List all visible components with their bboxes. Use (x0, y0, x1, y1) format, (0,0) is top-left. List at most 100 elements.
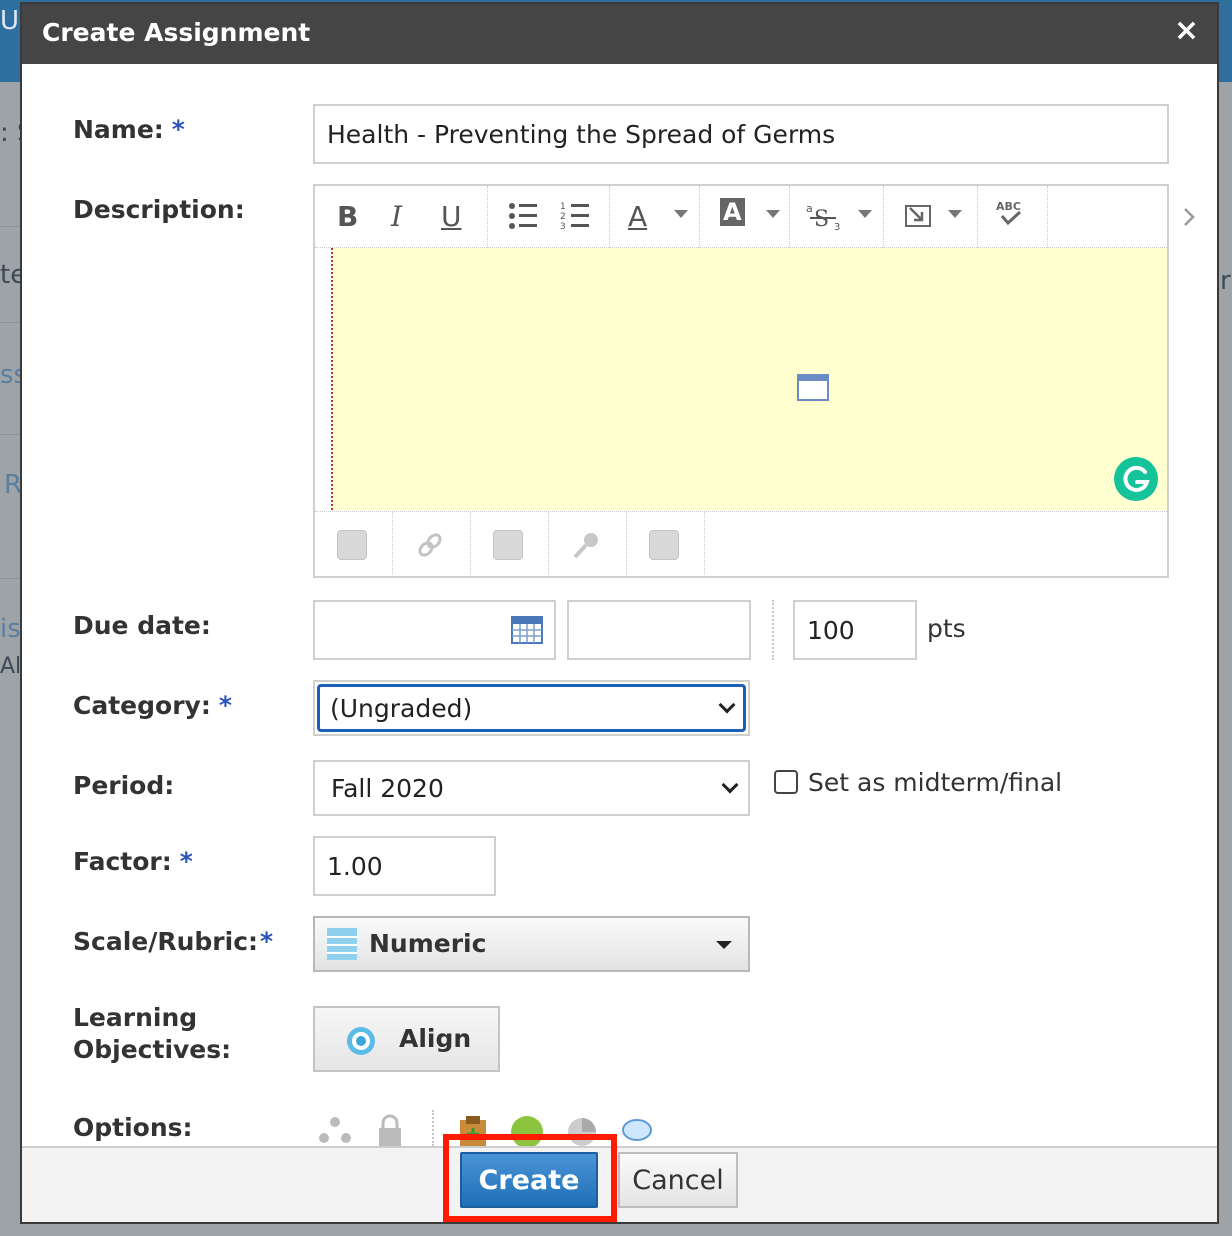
divider (772, 600, 774, 660)
description-label: Description: (73, 195, 245, 224)
name-label: Name: * (73, 114, 185, 146)
name-input-value: Health - Preventing the Spread of Germs (327, 119, 836, 149)
scale-rubric-label: Scale/Rubric:* (73, 926, 273, 958)
factor-label-text: Factor: (73, 847, 172, 876)
required-mark: * (179, 847, 193, 876)
category-selected-value: (Ungraded) (330, 693, 473, 723)
target-icon (347, 1027, 375, 1055)
due-date-label: Due date: (73, 611, 211, 640)
background-divider (0, 322, 20, 323)
description-editor: B I U 1 2 3 A A a S 3 ABC (313, 184, 1195, 578)
due-time-input[interactable] (567, 600, 751, 660)
insert-icon[interactable] (904, 202, 936, 230)
chevron-down-icon (721, 776, 739, 794)
spellcheck-icon[interactable]: ABC (994, 198, 1030, 230)
underline-icon[interactable]: U (441, 200, 462, 233)
name-input[interactable]: Health - Preventing the Spread of Germs (313, 104, 1169, 164)
create-assignment-dialog: Create Assignment × Name: * Health - Prev… (20, 2, 1219, 1224)
calendar-icon[interactable] (511, 616, 543, 644)
insert-link-icon[interactable] (415, 530, 445, 560)
category-select[interactable]: (Ungraded) (317, 684, 746, 732)
numeric-scale-icon (327, 928, 357, 960)
editor-toolbar: B I U 1 2 3 A A a S 3 ABC (315, 186, 1195, 248)
toolbar-group-table (627, 512, 705, 577)
toolbar-group-image (315, 512, 393, 577)
caret-down-icon (716, 941, 732, 949)
insert-image-icon[interactable] (337, 530, 367, 560)
points-input[interactable]: 100 (793, 600, 917, 660)
svg-text:1: 1 (560, 202, 566, 212)
insert-table-icon[interactable] (649, 530, 679, 560)
record-audio-icon[interactable] (571, 530, 601, 560)
period-selected-value: Fall 2020 (331, 773, 444, 803)
insert-file-icon[interactable] (493, 530, 523, 560)
toolbar-group-script: a S 3 (790, 186, 884, 248)
required-mark: * (260, 927, 274, 956)
svg-text:3: 3 (560, 222, 566, 230)
background-text: Al (0, 654, 22, 679)
toolbar-group-spellcheck: ABC (978, 186, 1048, 248)
cancel-button[interactable]: Cancel (618, 1152, 738, 1208)
category-select-wrapper: (Ungraded) (313, 680, 750, 736)
due-date-input[interactable] (313, 600, 556, 660)
period-select[interactable]: Fall 2020 (313, 760, 750, 816)
toolbar-group-highlight: A (700, 186, 790, 248)
learning-objectives-line2: Objectives: (73, 1035, 232, 1064)
highlight-color-icon[interactable]: A (720, 198, 745, 226)
bullet-list-icon[interactable] (508, 202, 538, 230)
font-color-icon[interactable]: A (628, 200, 647, 233)
required-mark: * (171, 115, 185, 144)
scale-rubric-dropdown[interactable]: Numeric (313, 916, 750, 972)
toolbar-group-audio (549, 512, 627, 577)
svg-text:3: 3 (834, 222, 840, 232)
grammarly-icon[interactable] (1113, 456, 1159, 502)
window-icon (797, 374, 829, 401)
chevron-down-icon (718, 696, 736, 714)
highlight-annotation (443, 1134, 617, 1222)
chevron-down-icon[interactable] (766, 210, 780, 218)
bold-icon[interactable]: B (337, 200, 358, 233)
description-textarea[interactable] (331, 248, 1167, 510)
scale-selected-value: Numeric (369, 929, 487, 958)
chevron-down-icon[interactable] (674, 210, 688, 218)
factor-input[interactable]: 1.00 (313, 836, 496, 896)
scale-rubric-label-text: Scale/Rubric: (73, 927, 259, 956)
svg-text:ABC: ABC (996, 200, 1021, 213)
chevron-down-icon[interactable] (948, 210, 962, 218)
background-text: r (1220, 266, 1231, 296)
toolbar-group-font-color: A (610, 186, 700, 248)
lock-icon[interactable] (376, 1114, 404, 1146)
name-label-text: Name: (73, 115, 164, 144)
category-label: Category: * (73, 690, 232, 722)
toolbar-group-file (471, 512, 549, 577)
strikethrough-icon[interactable]: a S 3 (804, 200, 848, 232)
category-label-text: Category: (73, 691, 211, 720)
svg-text:2: 2 (560, 212, 566, 222)
background-divider (0, 434, 20, 435)
toolbar-group-format: B I U (315, 186, 488, 248)
numbered-list-icon[interactable]: 1 2 3 (560, 200, 590, 230)
group-icon[interactable] (318, 1116, 352, 1146)
toolbar-group-link (393, 512, 471, 577)
align-button[interactable]: Align (313, 1006, 500, 1072)
factor-label: Factor: * (73, 846, 193, 878)
dialog-title: Create Assignment (42, 18, 311, 47)
close-icon[interactable]: × (1174, 16, 1199, 46)
comment-icon[interactable] (620, 1116, 654, 1146)
svg-text:S: S (814, 207, 829, 232)
background-divider (0, 578, 20, 579)
svg-text:a: a (806, 202, 813, 215)
italic-icon[interactable]: I (391, 200, 402, 233)
dialog-titlebar: Create Assignment × (22, 4, 1217, 64)
midterm-checkbox[interactable] (774, 770, 798, 794)
chevron-down-icon[interactable] (858, 210, 872, 218)
points-value: 100 (807, 615, 855, 645)
learning-objectives-line1: Learning (73, 1003, 198, 1032)
background-divider (0, 226, 20, 227)
points-unit: pts (927, 614, 966, 643)
background-text: is (0, 614, 21, 644)
divider (432, 1110, 434, 1146)
midterm-checkbox-label[interactable]: Set as midterm/final (808, 768, 1062, 797)
learning-objectives-label: Learning Objectives: (73, 1002, 231, 1066)
chevron-right-icon[interactable] (1182, 206, 1196, 228)
